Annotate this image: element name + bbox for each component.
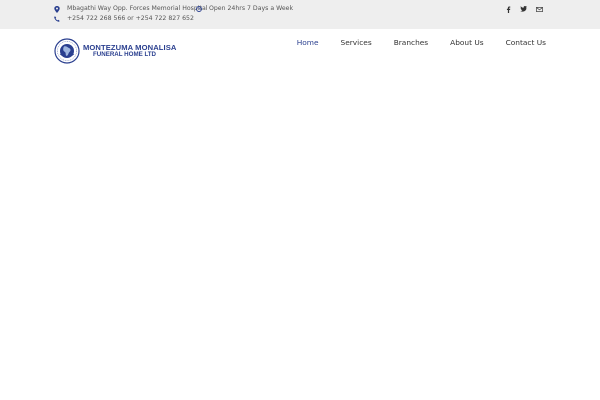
address-text: Mbagathi Way Opp. Forces Memorial Hospit… — [67, 5, 208, 12]
logo-text: MONTEZUMA MONALISA FUNERAL HOME LTD — [83, 43, 176, 58]
envelope-icon[interactable] — [534, 4, 544, 14]
address-info: Mbagathi Way Opp. Forces Memorial Hospit… — [54, 5, 208, 13]
clock-icon — [196, 5, 202, 12]
logo-line-2: FUNERAL HOME LTD — [93, 50, 157, 58]
top-info-bar: Mbagathi Way Opp. Forces Memorial Hospit… — [0, 0, 600, 29]
phone-info: +254 722 268 566 or +254 722 827 652 — [54, 15, 194, 22]
hours-info: Open 24hrs 7 Days a Week — [196, 5, 293, 12]
main-nav: Home Services Branches About Us Contact … — [275, 38, 546, 47]
nav-home[interactable]: Home — [297, 38, 319, 47]
hours-text: Open 24hrs 7 Days a Week — [209, 5, 294, 12]
nav-about-us[interactable]: About Us — [450, 38, 483, 47]
nav-branches[interactable]: Branches — [394, 38, 428, 47]
map-marker-icon — [54, 5, 60, 13]
phone-text[interactable]: +254 722 268 566 or +254 722 827 652 — [67, 15, 194, 22]
facebook-icon[interactable] — [503, 4, 513, 14]
site-logo[interactable]: MONTEZUMA MONALISA FUNERAL HOME LTD — [54, 38, 176, 64]
logo-globe-icon — [54, 38, 80, 64]
nav-services[interactable]: Services — [341, 38, 372, 47]
page-content-area — [0, 71, 600, 400]
twitter-icon[interactable] — [518, 4, 528, 14]
phone-icon — [54, 15, 60, 22]
nav-contact-us[interactable]: Contact Us — [506, 38, 546, 47]
